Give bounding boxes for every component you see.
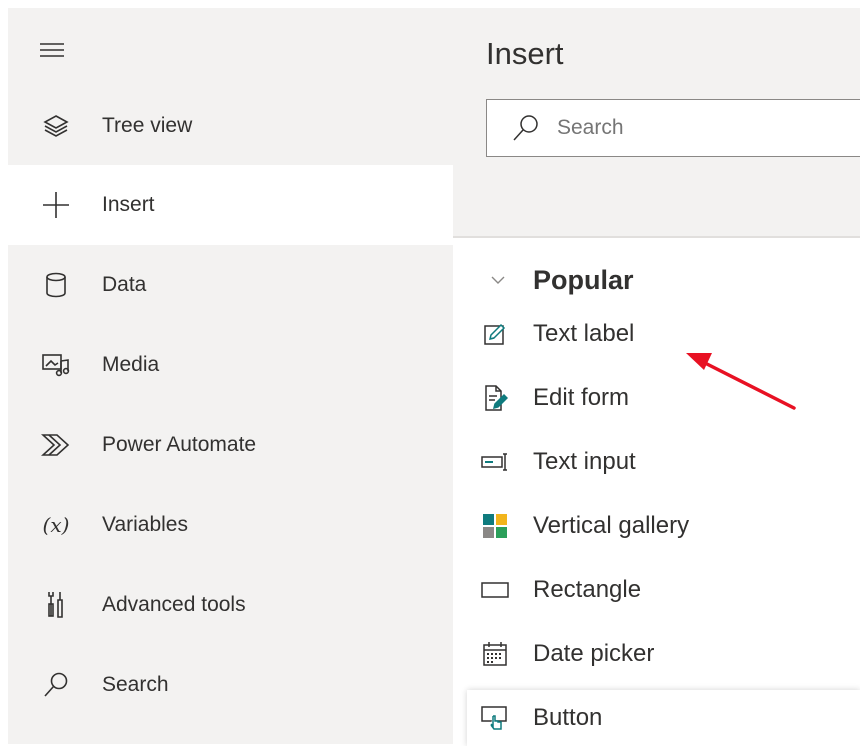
control-label: Rectangle: [533, 576, 642, 603]
control-label: Date picker: [533, 640, 655, 667]
nav-label: Search: [102, 673, 169, 696]
edit-form-icon: [481, 384, 509, 412]
database-icon: [40, 269, 72, 301]
nav-item-insert[interactable]: Insert: [8, 165, 453, 245]
plus-icon: [40, 189, 72, 221]
calendar-icon: [481, 640, 509, 668]
controls-list: Popular Text label Edit form Text input …: [453, 238, 860, 746]
power-automate-icon: [40, 429, 72, 461]
layers-icon: [40, 110, 72, 142]
nav-label: Advanced tools: [102, 593, 246, 616]
nav-label: Power Automate: [102, 433, 257, 456]
variables-glyph: (x): [42, 513, 70, 537]
nav-item-tree-view[interactable]: Tree view: [8, 86, 453, 166]
hamburger-icon: [40, 43, 64, 57]
nav-label: Data: [102, 273, 147, 296]
hamburger-menu-button[interactable]: [40, 34, 80, 74]
media-icon: [40, 349, 72, 381]
control-rectangle[interactable]: Rectangle: [467, 562, 860, 618]
control-label: Vertical gallery: [533, 512, 690, 539]
gallery-icon: [481, 512, 509, 540]
control-label: Text input: [533, 448, 636, 475]
nav-label: Tree view: [102, 114, 193, 137]
nav-item-variables[interactable]: (x) Variables: [8, 485, 453, 565]
variables-icon: (x): [40, 509, 72, 541]
control-label: Button: [533, 704, 603, 731]
insert-panel: Insert Popular: [453, 8, 860, 746]
nav-item-advanced-tools[interactable]: Advanced tools: [8, 565, 453, 645]
section-header-popular[interactable]: Popular: [453, 260, 860, 300]
search-icon: [511, 113, 541, 143]
control-text-label[interactable]: Text label: [467, 306, 860, 362]
text-input-icon: [481, 448, 509, 476]
search-icon: [40, 669, 72, 701]
rectangle-icon: [481, 576, 509, 604]
tools-icon: [40, 589, 72, 621]
control-date-picker[interactable]: Date picker: [467, 626, 860, 682]
insert-search-input[interactable]: [555, 115, 819, 141]
control-edit-form[interactable]: Edit form: [467, 370, 860, 426]
left-nav-rail: Tree view Insert Data Media Power Automa…: [8, 8, 453, 744]
control-vertical-gallery[interactable]: Vertical gallery: [467, 498, 860, 554]
nav-label: Media: [102, 353, 160, 376]
text-label-icon: [481, 320, 509, 348]
control-label: Text label: [533, 320, 635, 347]
nav-item-power-automate[interactable]: Power Automate: [8, 405, 453, 485]
button-icon: [481, 704, 509, 732]
control-button[interactable]: Button: [467, 690, 860, 746]
section-title: Popular: [533, 264, 634, 295]
control-label: Edit form: [533, 384, 630, 411]
panel-title: Insert: [486, 36, 564, 71]
nav-item-search[interactable]: Search: [8, 645, 453, 725]
insert-panel-header: Insert: [453, 8, 860, 236]
insert-search-box[interactable]: [486, 99, 860, 157]
control-text-input[interactable]: Text input: [467, 434, 860, 490]
nav-label: Variables: [102, 513, 188, 536]
nav-item-media[interactable]: Media: [8, 325, 453, 405]
chevron-down-icon: [491, 276, 505, 284]
nav-label: Insert: [102, 193, 155, 216]
nav-item-data[interactable]: Data: [8, 245, 453, 325]
